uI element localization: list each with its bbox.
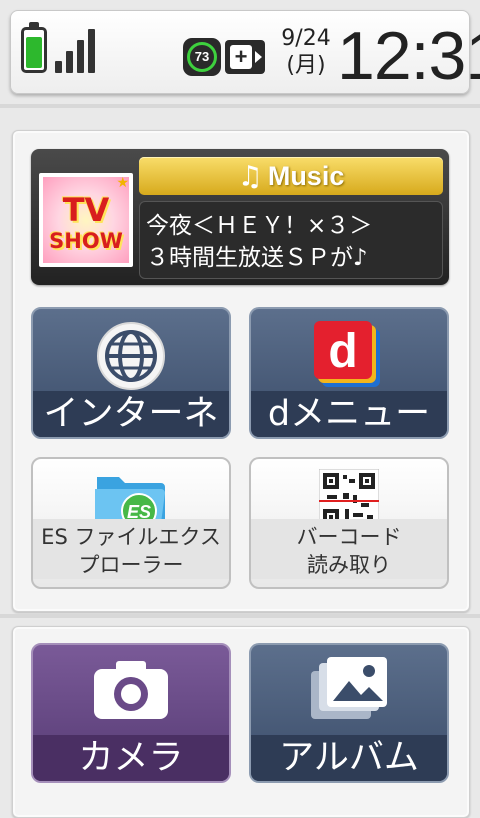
divider — [0, 614, 480, 618]
es-file-explorer-label: ES ファイルエクス プローラー — [33, 519, 229, 579]
camera-shortcut[interactable]: カメラ — [31, 643, 231, 783]
music-header-label: Music — [267, 161, 345, 191]
dmenu-label: dメニュー — [251, 391, 447, 437]
star-icon: ★ — [116, 175, 129, 191]
divider — [0, 104, 480, 108]
svg-text:d: d — [328, 325, 357, 378]
date-text: 9/24 — [281, 26, 331, 51]
album-label: アルバム — [251, 735, 447, 781]
music-note-icon: ♫ — [237, 159, 263, 193]
clock-time: 12:31 — [337, 18, 480, 94]
music-headline[interactable]: 今夜＜ＨＥＹ！×３＞ ３時間生放送ＳＰが♪ — [139, 201, 443, 279]
album-shortcut[interactable]: アルバム — [249, 643, 449, 783]
status-bar: 73 + 9/24 (月) 12:31 — [10, 10, 480, 94]
es-file-explorer-shortcut[interactable]: ES ES ファイルエクス プローラー — [31, 457, 231, 589]
dmenu-icon: d — [314, 321, 380, 387]
dmenu-shortcut[interactable]: d dメニュー — [249, 307, 449, 439]
camera-icon — [94, 661, 168, 719]
camera-label: カメラ — [33, 735, 229, 781]
battery-icon — [21, 22, 47, 73]
tv-show-thumbnail[interactable]: TV SHOW ★ — [39, 173, 133, 267]
weekday-text: (月) — [286, 53, 326, 78]
internet-shortcut[interactable]: インターネット — [31, 307, 231, 439]
photo-album-icon — [311, 657, 387, 719]
plus-notification-icon: + — [225, 40, 265, 74]
date-display: 9/24 (月) — [279, 25, 333, 79]
music-header[interactable]: ♫ Music — [139, 157, 443, 195]
barcode-reader-label: バーコード 読み取り — [251, 519, 447, 579]
internet-label: インターネット — [33, 391, 229, 437]
music-widget[interactable]: TV SHOW ★ ♫ Music 今夜＜ＨＥＹ！×３＞ ３時間生放送ＳＰが♪ — [31, 149, 449, 285]
signal-strength-icon — [55, 27, 97, 73]
home-panel-top: TV SHOW ★ ♫ Music 今夜＜ＨＥＹ！×３＞ ３時間生放送ＳＰが♪ … — [12, 130, 470, 612]
home-panel-bottom: カメラ アルバム — [12, 626, 470, 818]
usage-gauge-icon: 73 — [183, 38, 221, 76]
barcode-reader-shortcut[interactable]: バーコード 読み取り — [249, 457, 449, 589]
globe-icon — [97, 322, 165, 390]
